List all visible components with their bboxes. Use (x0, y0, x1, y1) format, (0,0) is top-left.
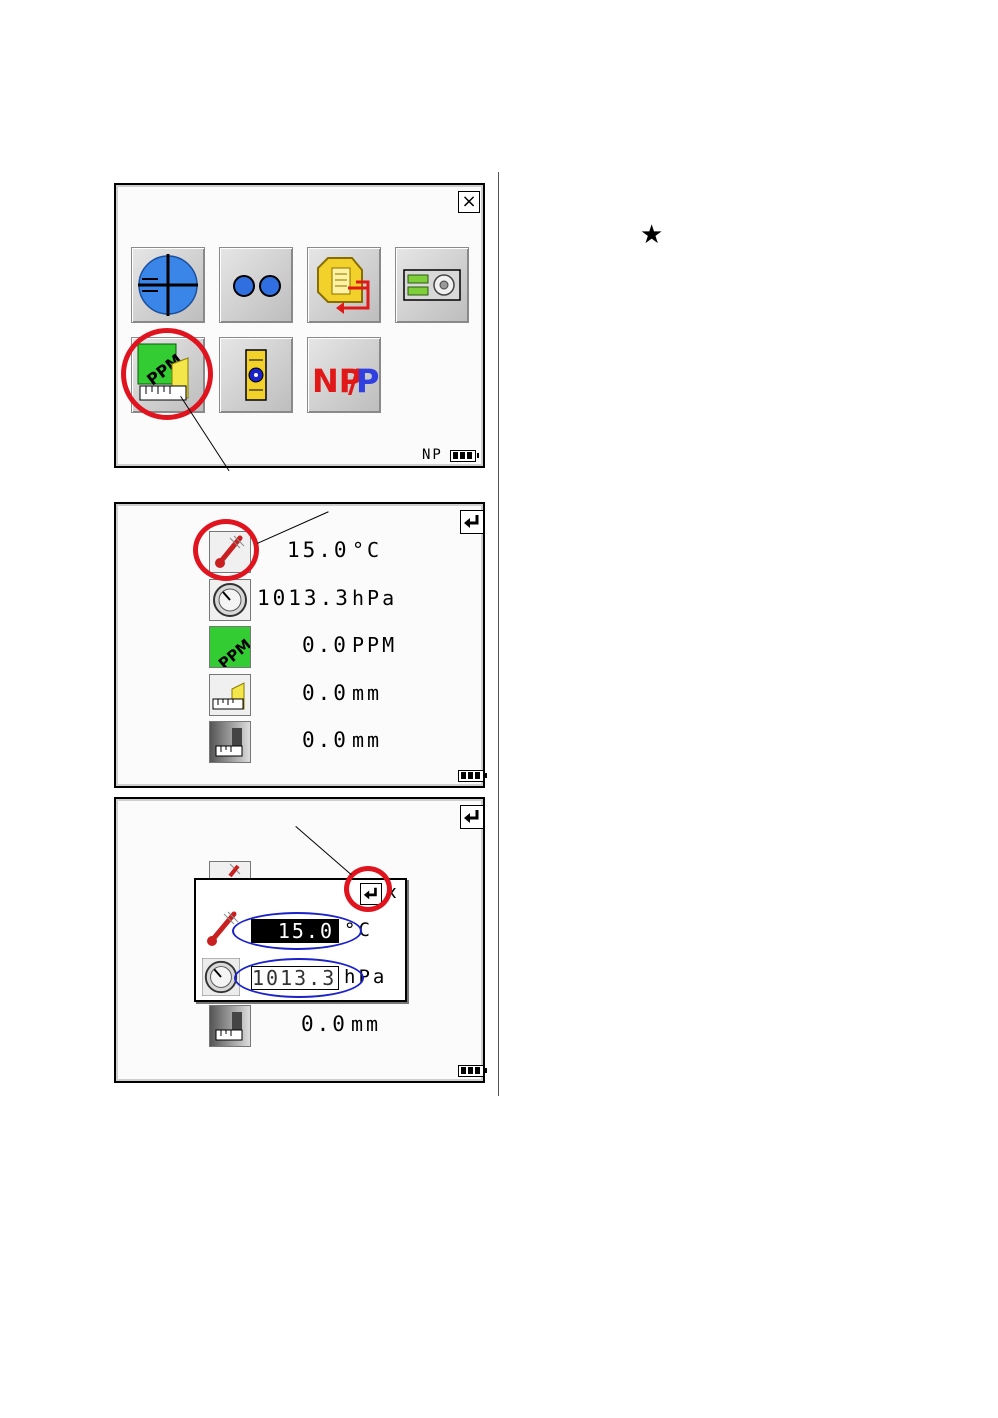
two-circles-tile[interactable] (219, 247, 293, 323)
pressure-icon-button[interactable] (209, 579, 251, 621)
sheet-constant-unit: mm (351, 1012, 382, 1036)
reflector-sheet-icon (215, 1012, 243, 1041)
atmospheric-screen: 15.0 °C 1013.3 hPa PPM 0.0 PPM 0.0 mm 0.… (114, 502, 487, 788)
temperature-unit: °C (352, 538, 383, 562)
mode-indicator: NP (422, 447, 443, 463)
prism-export-tile[interactable] (307, 247, 381, 323)
enter-icon (464, 515, 479, 528)
settings-tile[interactable] (395, 247, 469, 323)
background-temperature-icon (209, 861, 251, 879)
sheet-constant-value: 0.0 (302, 728, 349, 752)
observation-tile[interactable] (131, 247, 205, 323)
pressure-value: 1013.3 (257, 586, 351, 610)
pressure-unit: hPa (352, 586, 398, 610)
battery-icon (450, 450, 479, 462)
prism-constant-icon-button[interactable] (209, 674, 251, 716)
svg-text:PPM: PPM (215, 635, 250, 667)
temperature-value: 15.0 (287, 538, 350, 562)
highlight-temperature-input (232, 912, 362, 950)
highlight-temperature-icon (193, 519, 259, 581)
level-tile[interactable] (219, 337, 293, 413)
close-icon: × (461, 191, 477, 212)
menu-screen: × PPM NP / P NP (114, 183, 485, 468)
page-divider (498, 172, 499, 1096)
ppm-unit: PPM (352, 633, 398, 657)
sheet-constant-icon-button[interactable] (209, 1005, 251, 1047)
enter-button[interactable] (460, 510, 484, 534)
prism-constant-value: 0.0 (302, 681, 349, 705)
battery-icon (458, 1065, 487, 1077)
ppm-value: 0.0 (302, 633, 349, 657)
sheet-constant-icon-button[interactable] (209, 721, 251, 763)
enter-button[interactable] (460, 805, 484, 829)
prism-export-icon (317, 257, 370, 314)
ppm-icon: PPM (215, 635, 250, 667)
highlight-ppm-tile (121, 328, 213, 420)
highlight-pressure-input (234, 958, 364, 998)
ppm-icon-button[interactable]: PPM (209, 626, 251, 668)
sheet-constant-unit: mm (352, 728, 383, 752)
two-circles-icon (233, 275, 281, 297)
target-icon (138, 254, 198, 316)
prism-constant-unit: mm (352, 681, 383, 705)
prism-constant-icon (212, 682, 245, 710)
np-p-icon: NP / P (312, 362, 379, 400)
battery-icon (458, 770, 487, 782)
enter-icon (464, 810, 479, 823)
level-icon (245, 349, 267, 401)
reflector-sheet-icon (215, 728, 243, 757)
star-icon: ★ (640, 220, 664, 250)
settings-box-icon (403, 269, 461, 301)
highlight-dialog-enter (344, 866, 392, 912)
close-button[interactable]: × (458, 191, 480, 213)
p-label: P (356, 362, 379, 400)
np-p-tile[interactable]: NP / P (307, 337, 381, 413)
barometer-icon (213, 583, 247, 617)
sheet-constant-value: 0.0 (301, 1012, 348, 1036)
